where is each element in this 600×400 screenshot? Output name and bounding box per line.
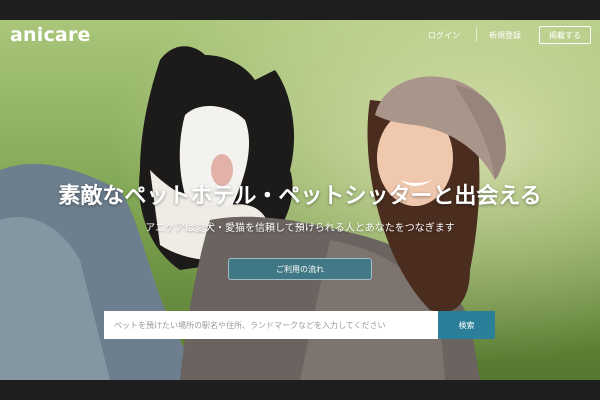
search-button[interactable]: 検索 [438, 311, 495, 339]
hero-headline: 素敵なペットホテル・ペットシッターと出会える [58, 184, 542, 209]
anicare-logo[interactable]: anicare [10, 24, 91, 46]
video-top-bar [0, 0, 600, 20]
video-bottom-bar [0, 380, 600, 400]
login-link[interactable]: ログイン [428, 30, 460, 41]
search-input[interactable]: ペットを預けたい場所の駅名や住所、ランドマークなどを入力してください [104, 311, 438, 339]
hero-subheadline: アニケアは愛犬・愛猫を信頼して預けられる人とあなたをつなぎます [145, 223, 455, 234]
nav-divider [476, 27, 477, 42]
post-listing-button[interactable]: 掲載する [539, 26, 591, 44]
top-navigation: anicare ログイン 新規登録 掲載する [0, 20, 600, 52]
usage-flow-button[interactable]: ご利用の流れ [228, 258, 372, 280]
signup-link[interactable]: 新規登録 [489, 30, 521, 41]
